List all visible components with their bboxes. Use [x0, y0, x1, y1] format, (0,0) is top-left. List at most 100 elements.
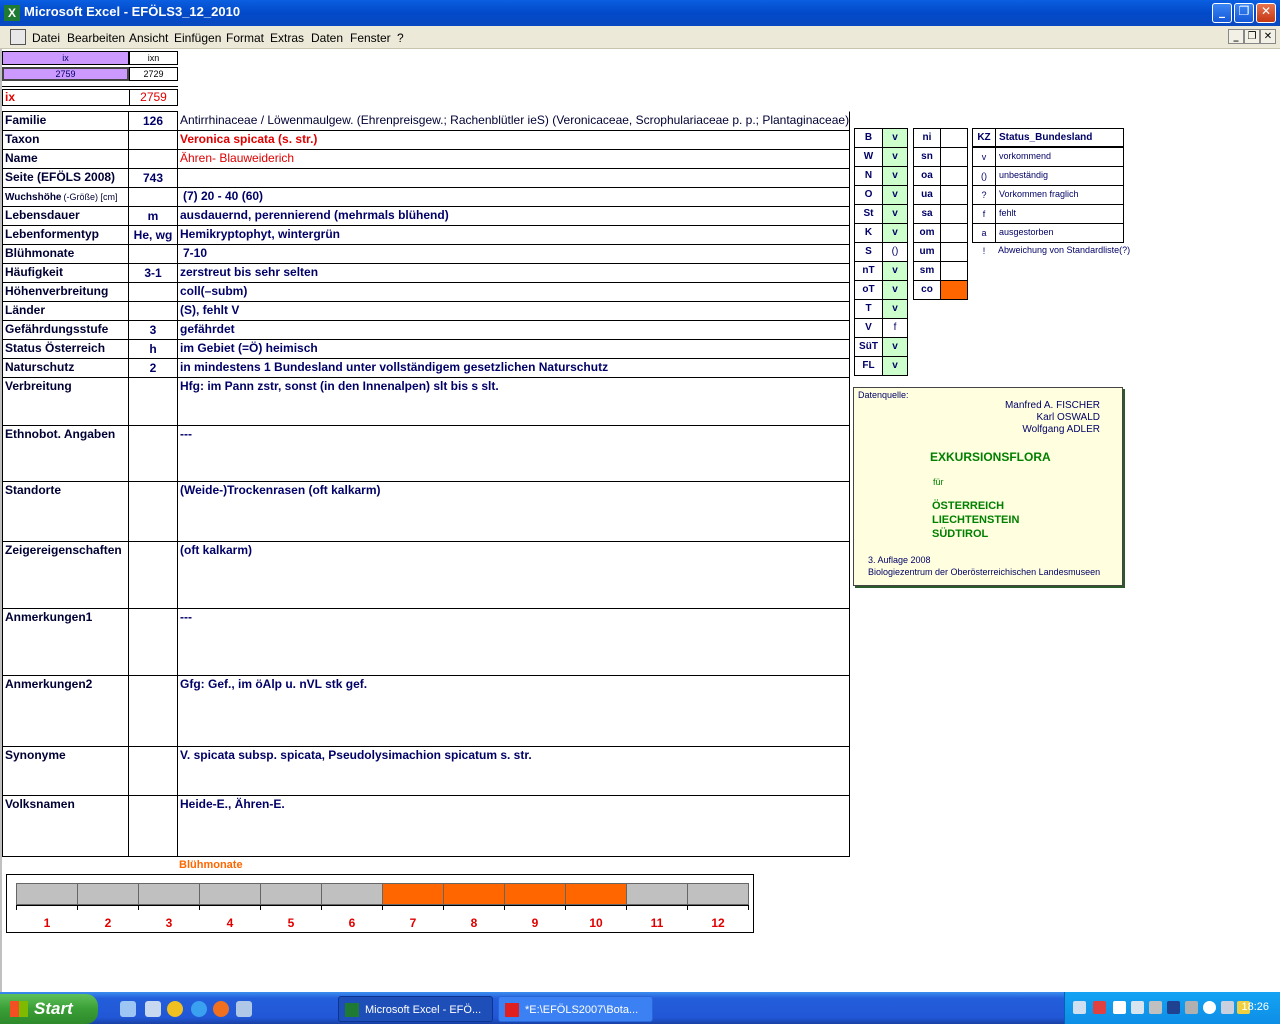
info-icon[interactable] [1203, 1001, 1216, 1014]
doc-close-button[interactable]: ✕ [1260, 29, 1276, 44]
quicklaunch-icon[interactable] [145, 1001, 161, 1017]
row-code-cell[interactable] [128, 541, 178, 609]
search-icon[interactable] [1113, 1001, 1126, 1014]
ix-cell[interactable]: 2759 [129, 89, 178, 106]
menu-datei[interactable]: Datei [32, 31, 60, 45]
zone-status[interactable] [940, 128, 968, 148]
row-label-cell[interactable]: Zeigereigenschaften [2, 541, 129, 609]
row-value-cell[interactable]: (S), fehlt V [177, 301, 850, 321]
minimize-button[interactable]: _ [1212, 3, 1232, 23]
row-label-cell[interactable]: Blühmonate [2, 244, 129, 264]
row-value-cell[interactable]: 7-10 [177, 244, 850, 264]
state-status[interactable]: v [882, 337, 908, 357]
row-code-cell[interactable] [128, 301, 178, 321]
row-value-cell[interactable] [177, 168, 850, 188]
row-label-cell[interactable]: Höhenverbreitung [2, 282, 129, 302]
row-code-cell[interactable]: m [128, 206, 178, 226]
ixn-value-cell[interactable]: 2729 [129, 67, 178, 81]
state-status[interactable]: v [882, 223, 908, 243]
row-label-cell[interactable]: Standorte [2, 481, 129, 542]
row-label-cell[interactable]: Länder [2, 301, 129, 321]
row-code-cell[interactable] [128, 675, 178, 747]
state-status[interactable]: v [882, 166, 908, 186]
row-label-cell[interactable]: Lebenformentyp [2, 225, 129, 245]
row-code-cell[interactable]: 126 [128, 111, 178, 131]
workbook-icon[interactable] [10, 29, 26, 45]
row-code-cell[interactable] [128, 282, 178, 302]
row-value-cell[interactable]: in mindestens 1 Bundesland unter vollstä… [177, 358, 850, 378]
row-value-cell[interactable]: --- [177, 608, 850, 676]
row-label-cell[interactable]: Taxon [2, 130, 129, 150]
state-status[interactable]: v [882, 147, 908, 167]
row-value-cell[interactable]: im Gebiet (=Ö) heimisch [177, 339, 850, 359]
row-code-cell[interactable]: He, wg [128, 225, 178, 245]
tray-icon[interactable] [1221, 1001, 1234, 1014]
state-status[interactable]: v [882, 261, 908, 281]
row-value-cell[interactable]: --- [177, 425, 850, 482]
firefox-icon[interactable] [213, 1001, 229, 1017]
quicklaunch-icon[interactable] [120, 1001, 136, 1017]
state-status[interactable]: v [882, 128, 908, 148]
network-icon[interactable] [1073, 1001, 1086, 1014]
tray-icon[interactable] [1185, 1001, 1198, 1014]
row-label-cell[interactable]: Familie [2, 111, 129, 131]
row-value-cell[interactable]: (oft kalkarm) [177, 541, 850, 609]
row-label-cell[interactable]: Synonyme [2, 746, 129, 796]
close-button[interactable]: ✕ [1256, 3, 1276, 23]
row-label-cell[interactable]: Lebensdauer [2, 206, 129, 226]
tray-icon[interactable] [1093, 1001, 1106, 1014]
row-code-cell[interactable]: 743 [128, 168, 178, 188]
row-value-cell[interactable]: Hemikryptophyt, wintergrün [177, 225, 850, 245]
menu-ansicht[interactable]: Ansicht [129, 31, 168, 45]
row-value-cell[interactable]: gefährdet [177, 320, 850, 340]
row-code-cell[interactable] [128, 425, 178, 482]
state-status[interactable]: v [882, 299, 908, 319]
taskbar-editor[interactable]: *E:\EFÖLS2007\Bota... [498, 996, 653, 1022]
state-status[interactable]: v [882, 185, 908, 205]
row-code-cell[interactable] [128, 746, 178, 796]
row-code-cell[interactable] [128, 608, 178, 676]
zone-status[interactable] [940, 185, 968, 205]
row-code-cell[interactable]: 3-1 [128, 263, 178, 283]
row-label-cell[interactable]: Ethnobot. Angaben [2, 425, 129, 482]
row-label-cell[interactable]: Verbreitung [2, 377, 129, 426]
menu-einfuegen[interactable]: Einfügen [174, 31, 221, 45]
row-value-cell[interactable]: Gfg: Gef., im öAlp u. nVL stk gef. [177, 675, 850, 747]
menu-extras[interactable]: Extras [270, 31, 304, 45]
state-status[interactable]: v [882, 356, 908, 376]
row-code-cell[interactable]: 2 [128, 358, 178, 378]
taskbar-excel[interactable]: Microsoft Excel - EFÖ... [338, 996, 493, 1022]
start-button[interactable]: Start [0, 994, 98, 1024]
row-label-cell[interactable]: Anmerkungen1 [2, 608, 129, 676]
row-code-cell[interactable] [128, 795, 178, 857]
row-code-cell[interactable] [128, 187, 178, 207]
row-value-cell[interactable]: Antirrhinaceae / Löwenmaulgew. (Ehrenpre… [177, 111, 850, 131]
doc-minimize-button[interactable]: _ [1228, 29, 1244, 44]
state-status[interactable]: v [882, 280, 908, 300]
row-value-cell[interactable]: Ähren- Blauweiderich [177, 149, 850, 169]
row-code-cell[interactable] [128, 377, 178, 426]
row-label-cell[interactable]: Name [2, 149, 129, 169]
row-code-cell[interactable] [128, 149, 178, 169]
row-code-cell[interactable]: h [128, 339, 178, 359]
tray-icon[interactable] [1149, 1001, 1162, 1014]
row-code-cell[interactable]: 3 [128, 320, 178, 340]
ix-value-cell[interactable]: 2759 [2, 67, 129, 81]
shield-icon[interactable] [1167, 1001, 1180, 1014]
menu-format[interactable]: Format [226, 31, 264, 45]
zone-status[interactable] [940, 166, 968, 186]
menu-daten[interactable]: Daten [311, 31, 343, 45]
menu-help[interactable]: ? [397, 31, 404, 45]
row-label-cell[interactable]: Gefährdungsstufe [2, 320, 129, 340]
row-value-cell[interactable]: Heide-E., Ähren-E. [177, 795, 850, 857]
row-value-cell[interactable]: ausdauernd, perennierend (mehrmals blühe… [177, 206, 850, 226]
row-code-cell[interactable] [128, 130, 178, 150]
row-label-cell[interactable]: Status Österreich [2, 339, 129, 359]
row-value-cell[interactable]: Veronica spicata (s. str.) [177, 130, 850, 150]
row-value-cell[interactable]: zerstreut bis sehr selten [177, 263, 850, 283]
row-label-cell[interactable]: Wuchshöhe (-Größe) [cm] [2, 187, 129, 207]
row-label-cell[interactable]: Häufigkeit [2, 263, 129, 283]
state-status[interactable]: f [882, 318, 908, 338]
media-player-icon[interactable] [167, 1001, 183, 1017]
row-value-cell[interactable]: Hfg: im Pann zstr, sonst (in den Innenal… [177, 377, 850, 426]
